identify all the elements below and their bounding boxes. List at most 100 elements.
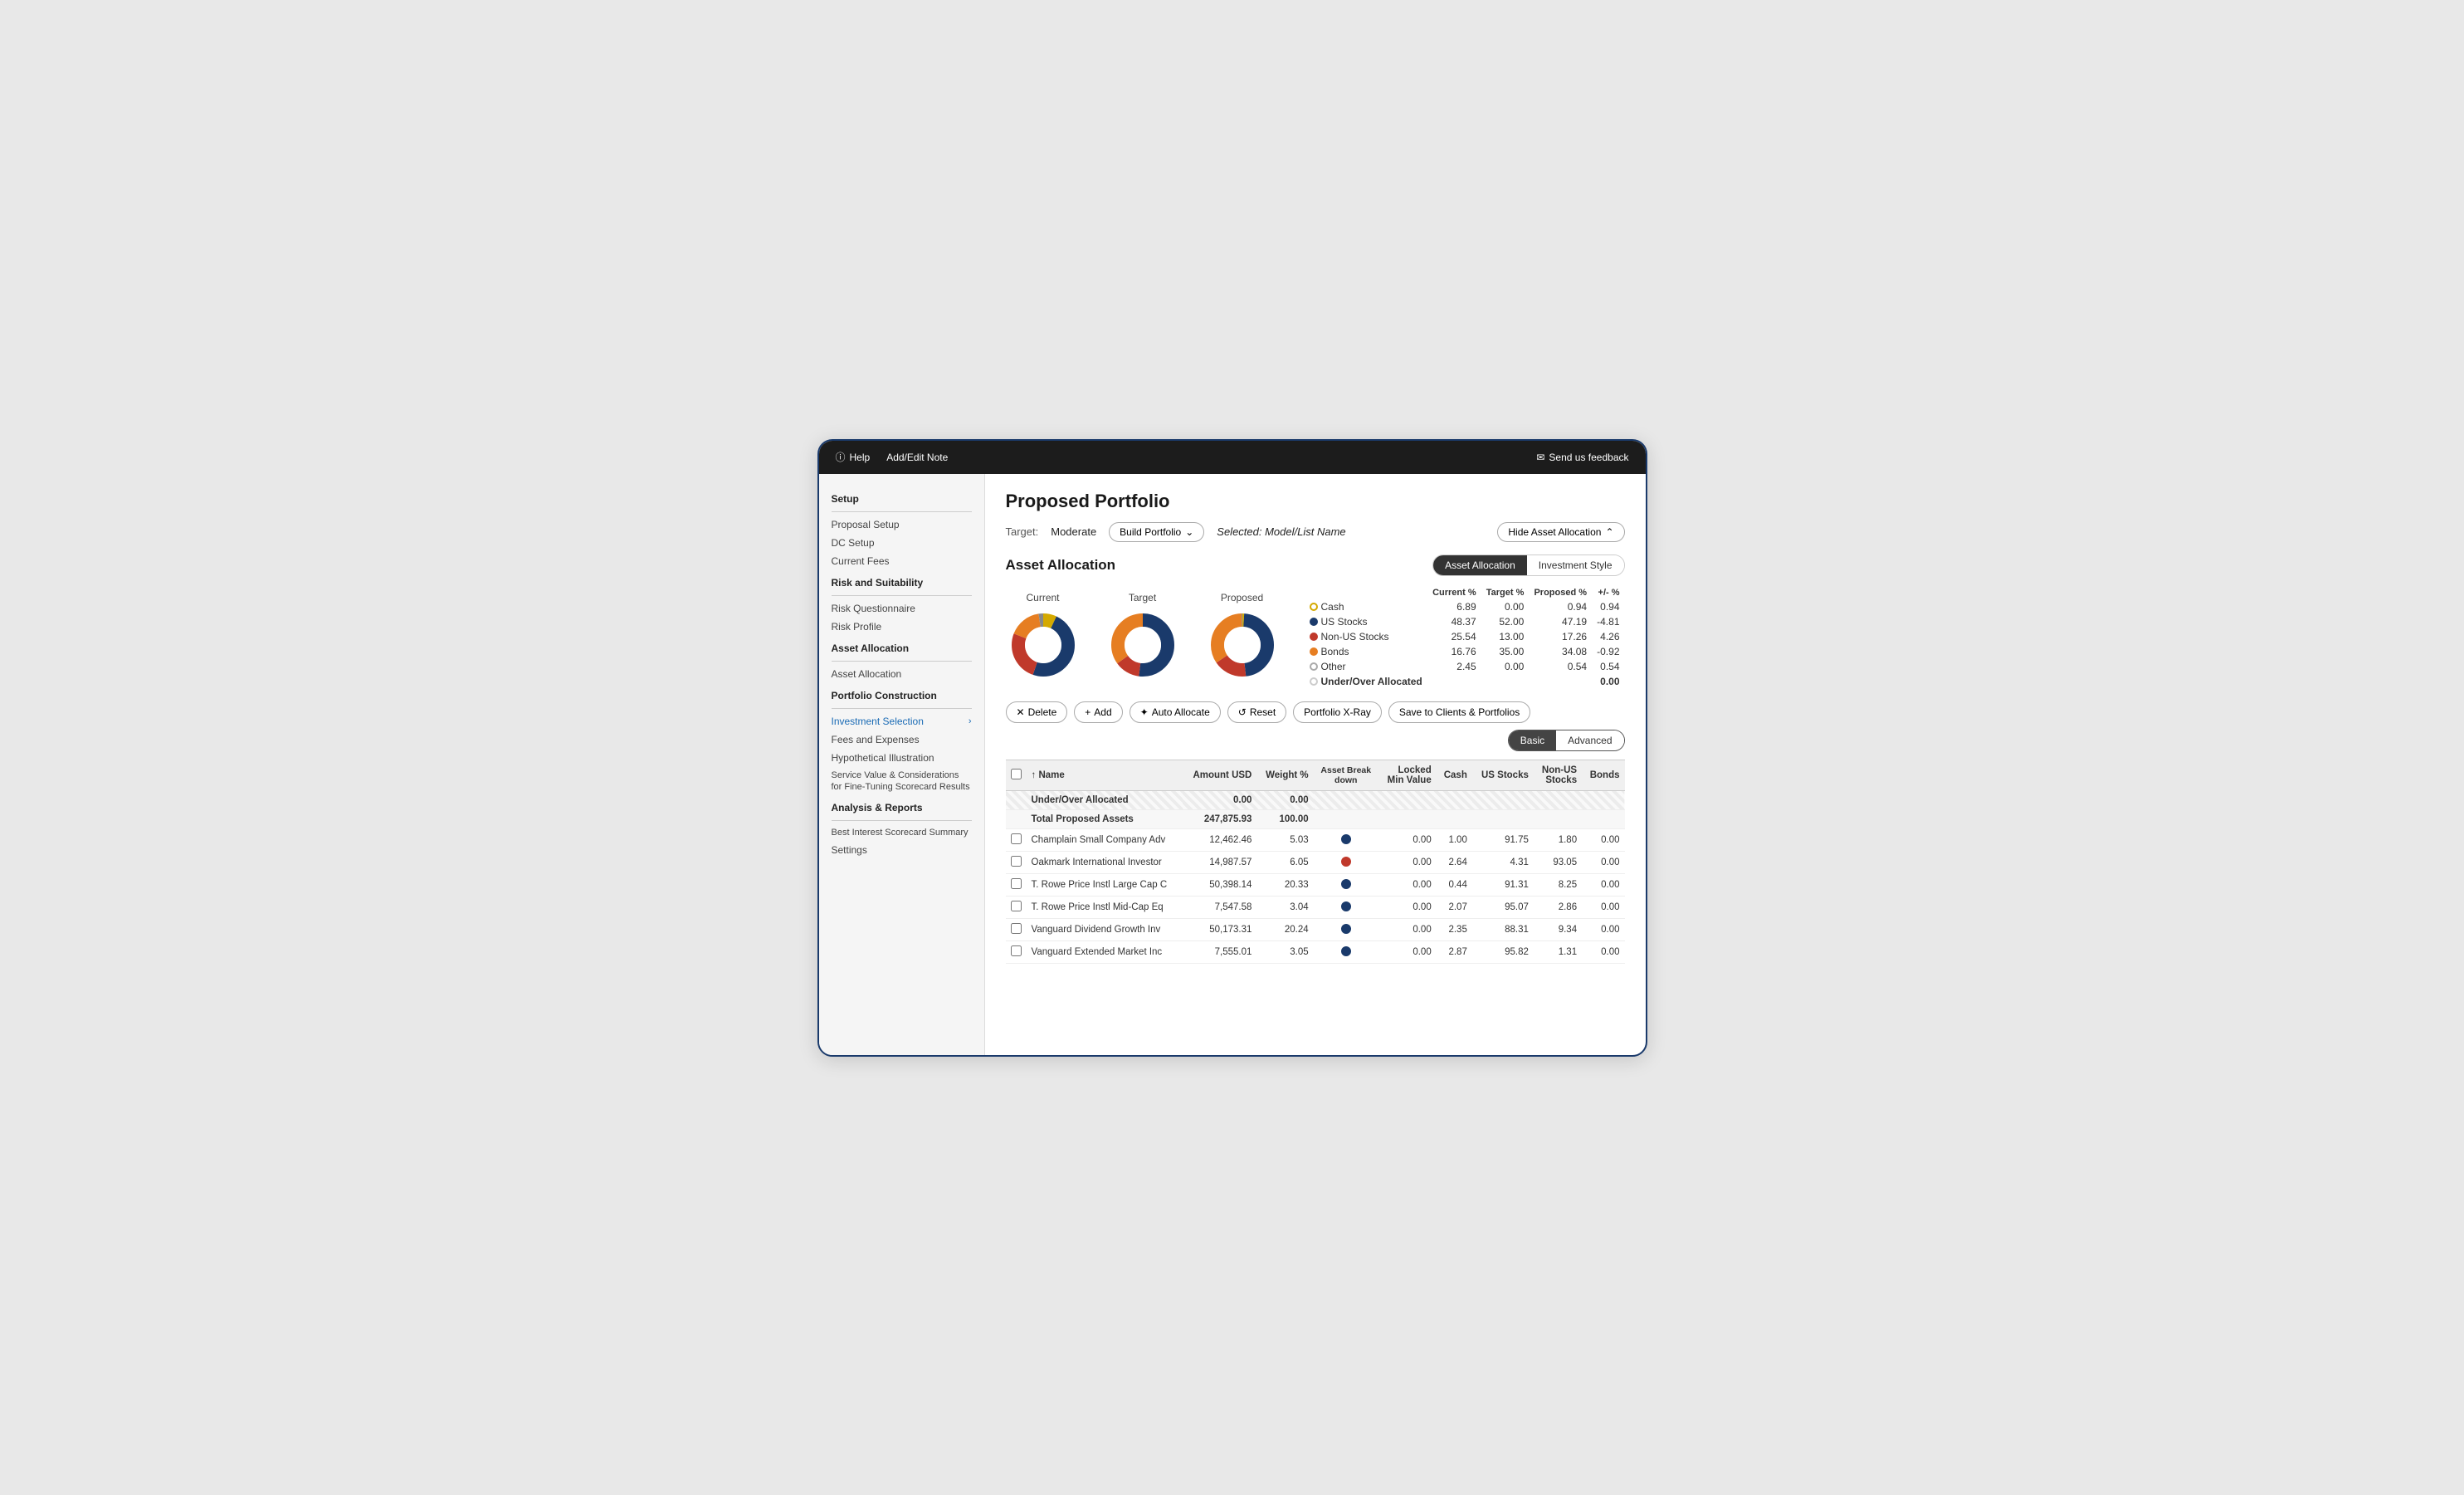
row-cash: 1.00 (1437, 828, 1472, 851)
row-checkbox[interactable] (1006, 851, 1027, 873)
reset-btn[interactable]: ↺ Reset (1227, 701, 1286, 723)
delete-label: Delete (1028, 706, 1057, 718)
sidebar-item-investment-selection[interactable]: Investment Selection › (819, 712, 984, 730)
total-locked (1378, 809, 1437, 828)
th-bonds: Bonds (1582, 760, 1624, 790)
chart-target-label: Target (1129, 592, 1156, 603)
sidebar-item-best-interest[interactable]: Best Interest Scorecard Summary (819, 824, 984, 841)
row-bonds: 0.00 (1582, 873, 1624, 896)
legend-label-under-over: Under/Over Allocated (1305, 674, 1427, 689)
donut-proposed (1205, 608, 1280, 682)
sidebar-item-risk-questionnaire[interactable]: Risk Questionnaire (819, 599, 984, 618)
row-us-stocks: 91.75 (1472, 828, 1534, 851)
row-cash: 0.44 (1437, 873, 1472, 896)
sidebar-section-portfolio-construction: Portfolio Construction (819, 683, 984, 705)
hide-asset-allocation-btn[interactable]: Hide Asset Allocation ⌃ (1497, 522, 1624, 542)
sidebar-item-service-value[interactable]: Service Value & Considerations for Fine-… (819, 767, 984, 796)
legend-label-cash: Cash (1305, 599, 1427, 614)
row-checkbox[interactable] (1006, 828, 1027, 851)
row-name: Oakmark International Investor (1027, 851, 1183, 873)
row-checkbox[interactable] (1006, 873, 1027, 896)
donut-charts-group: Current (1006, 592, 1280, 682)
legend-proposed-us-stocks: 47.19 (1529, 614, 1592, 629)
row-bonds: 0.00 (1582, 828, 1624, 851)
auto-icon: ✦ (1140, 706, 1149, 718)
divider (832, 511, 972, 512)
under-over-weight: 0.00 (1256, 790, 1313, 809)
auto-allocate-btn[interactable]: ✦ Auto Allocate (1130, 701, 1221, 723)
sidebar-item-asset-allocation[interactable]: Asset Allocation (819, 665, 984, 683)
total-cash (1437, 809, 1472, 828)
delete-btn[interactable]: ✕ Delete (1006, 701, 1068, 723)
selected-label: Selected: Model/List Name (1217, 525, 1345, 538)
chevron-up-icon: ⌃ (1605, 526, 1613, 538)
help-btn[interactable]: ⓘ Help (836, 450, 871, 464)
sidebar-item-settings[interactable]: Settings (819, 841, 984, 859)
sidebar-item-risk-profile[interactable]: Risk Profile (819, 618, 984, 636)
row-amount: 50,173.31 (1183, 918, 1256, 940)
row-name: Champlain Small Company Adv (1027, 828, 1183, 851)
th-weight: Weight % (1256, 760, 1313, 790)
row-name: T. Rowe Price Instl Mid-Cap Eq (1027, 896, 1183, 918)
row-cash: 2.35 (1437, 918, 1472, 940)
portfolio-xray-btn[interactable]: Portfolio X-Ray (1293, 701, 1382, 723)
under-over-amount: 0.00 (1183, 790, 1256, 809)
row-name: Vanguard Dividend Growth Inv (1027, 918, 1183, 940)
sidebar-item-proposal-setup[interactable]: Proposal Setup (819, 515, 984, 534)
row-locked: 0.00 (1378, 940, 1437, 963)
sidebar-item-current-fees[interactable]: Current Fees (819, 552, 984, 570)
row-us-stocks: 4.31 (1472, 851, 1534, 873)
legend-target-us-stocks: 52.00 (1481, 614, 1530, 629)
table-row: Champlain Small Company Adv 12,462.46 5.… (1006, 828, 1625, 851)
row-checkbox[interactable] (1006, 896, 1027, 918)
legend-dot-other (1310, 662, 1318, 671)
row-non-us: 1.31 (1534, 940, 1582, 963)
select-all-checkbox[interactable] (1011, 769, 1022, 779)
portfolio-table: ↑ Name Amount USD Weight % Asset Breakdo… (1006, 760, 1625, 964)
legend-diff-other: 0.54 (1592, 659, 1624, 674)
feedback-btn[interactable]: ✉ Send us feedback (1536, 452, 1628, 463)
table-row: T. Rowe Price Instl Mid-Cap Eq 7,547.58 … (1006, 896, 1625, 918)
sidebar-item-fees-expenses[interactable]: Fees and Expenses (819, 730, 984, 749)
th-amount: Amount USD (1183, 760, 1256, 790)
legend-label-bonds: Bonds (1305, 644, 1427, 659)
table-row: Vanguard Dividend Growth Inv 50,173.31 2… (1006, 918, 1625, 940)
reset-label: Reset (1250, 706, 1276, 718)
total-bonds (1582, 809, 1624, 828)
build-portfolio-btn[interactable]: Build Portfolio ⌄ (1109, 522, 1204, 542)
help-circle-icon: ⓘ (836, 450, 846, 464)
legend-diff-under-over: 0.00 (1592, 674, 1624, 689)
build-portfolio-label: Build Portfolio (1120, 526, 1181, 538)
th-name[interactable]: ↑ Name (1027, 760, 1183, 790)
basic-btn[interactable]: Basic (1509, 730, 1556, 750)
row-non-us: 9.34 (1534, 918, 1582, 940)
sidebar-item-dc-setup[interactable]: DC Setup (819, 534, 984, 552)
add-edit-note-btn[interactable]: Add/Edit Note (886, 452, 948, 463)
row-amount: 14,987.57 (1183, 851, 1256, 873)
app-container: ⓘ Help Add/Edit Note ✉ Send us feedback … (817, 439, 1647, 1057)
section-header: Asset Allocation Asset Allocation Invest… (1006, 555, 1625, 576)
chevron-right-icon: › (969, 716, 972, 726)
save-btn[interactable]: Save to Clients & Portfolios (1388, 701, 1530, 723)
sidebar-item-hypothetical[interactable]: Hypothetical Illustration (819, 749, 984, 767)
advanced-btn[interactable]: Advanced (1556, 730, 1623, 750)
add-btn[interactable]: + Add (1074, 701, 1122, 723)
total-check (1006, 809, 1027, 828)
sort-up-icon: ↑ (1032, 770, 1037, 780)
table-header-row: ↑ Name Amount USD Weight % Asset Breakdo… (1006, 760, 1625, 790)
row-bonds: 0.00 (1582, 918, 1624, 940)
row-checkbox[interactable] (1006, 940, 1027, 963)
donut-target (1105, 608, 1180, 682)
chevron-down-icon: ⌄ (1185, 526, 1193, 538)
row-amount: 7,555.01 (1183, 940, 1256, 963)
row-checkbox[interactable] (1006, 918, 1027, 940)
tab-asset-allocation[interactable]: Asset Allocation (1433, 555, 1527, 575)
row-cash: 2.64 (1437, 851, 1472, 873)
auto-allocate-label: Auto Allocate (1152, 706, 1210, 718)
row-bonds: 0.00 (1582, 896, 1624, 918)
basic-advanced-toggle: Basic Advanced (1508, 730, 1625, 751)
tab-investment-style[interactable]: Investment Style (1527, 555, 1624, 575)
chart-proposed: Proposed (1205, 592, 1280, 682)
help-label: Help (850, 452, 871, 463)
mail-icon: ✉ (1536, 452, 1544, 463)
